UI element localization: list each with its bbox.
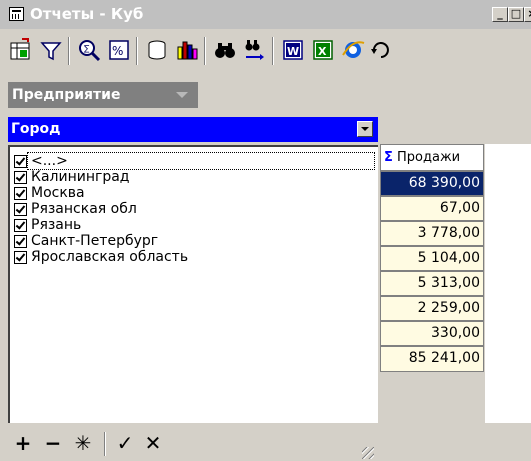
percent-icon[interactable]: % <box>106 37 132 63</box>
checkbox[interactable] <box>14 235 27 248</box>
table-cell[interactable]: 68 390,00 <box>380 171 484 196</box>
table-cell[interactable]: 5 104,00 <box>380 246 484 271</box>
svg-text:∑: ∑ <box>84 44 90 53</box>
window-icon[interactable] <box>9 7 24 21</box>
measure-header[interactable]: Σ Продажи <box>380 144 484 171</box>
word-export-icon[interactable]: W <box>280 37 306 63</box>
toolbar-separator <box>104 432 106 456</box>
binoculars-icon[interactable] <box>212 37 238 63</box>
zoom-icon[interactable]: ∑ <box>76 37 102 63</box>
list-toolbar: + − ✳ ✓ ✕ <box>8 423 378 461</box>
chevron-down-icon[interactable] <box>176 92 188 98</box>
maximize-button[interactable]: □ <box>508 7 524 22</box>
minimize-button[interactable]: _ <box>492 7 508 22</box>
dimension-tab-enterprise[interactable]: Предприятие <box>8 82 198 108</box>
list-item-label: Санкт-Петербург <box>31 233 159 249</box>
remove-button[interactable]: − <box>42 432 64 454</box>
dimension-tab-label: Предприятие <box>12 87 121 103</box>
close-button[interactable]: × <box>524 7 531 22</box>
table-cell[interactable]: 2 259,00 <box>380 296 484 321</box>
resize-grip[interactable] <box>362 447 374 459</box>
title-bar: Отчеты - Куб _ □ × <box>0 0 531 29</box>
cube-layout-icon[interactable] <box>8 37 34 63</box>
refresh-icon[interactable] <box>368 37 394 63</box>
internet-explorer-icon[interactable] <box>340 37 366 63</box>
add-button[interactable]: + <box>12 432 34 454</box>
table-cell[interactable]: 3 778,00 <box>380 221 484 246</box>
list-item-label: Калининград <box>31 169 130 185</box>
checkbox[interactable] <box>14 155 27 168</box>
list-item-label: Рязанская обл <box>31 201 137 217</box>
table-cell[interactable]: 5 313,00 <box>380 271 484 296</box>
checkbox[interactable] <box>14 219 27 232</box>
checkbox[interactable] <box>14 171 27 184</box>
checkbox[interactable] <box>14 251 27 264</box>
grid-empty-area <box>485 144 531 423</box>
dimension-members-list[interactable]: <...> Калининград Москва Рязанская обл Р… <box>8 145 378 423</box>
main-toolbar: ∑ % W X <box>0 29 531 77</box>
select-all-button[interactable]: ✳ <box>72 432 94 454</box>
apply-button[interactable]: ✓ <box>114 432 136 454</box>
list-item-label: <...> <box>31 153 68 169</box>
bar-chart-icon[interactable] <box>174 37 200 63</box>
table-cell-total[interactable]: 85 241,00 <box>380 346 484 372</box>
database-icon[interactable] <box>144 37 170 63</box>
window-title: Отчеты - Куб <box>30 5 144 23</box>
checkbox[interactable] <box>14 187 27 200</box>
dimension-dropdown-button[interactable] <box>357 121 373 137</box>
find-next-icon[interactable] <box>242 37 268 63</box>
toolbar-separator <box>136 37 138 65</box>
svg-text:%: % <box>112 44 123 58</box>
grid-bottom-area <box>380 423 531 461</box>
measure-header-label: Продажи <box>397 150 461 165</box>
toolbar-separator <box>272 37 274 65</box>
list-item-label: Москва <box>31 185 85 201</box>
cancel-button[interactable]: ✕ <box>142 432 164 454</box>
focus-rect <box>27 152 375 170</box>
checkbox[interactable] <box>14 203 27 216</box>
list-item-label: Ярославская область <box>31 249 189 265</box>
list-item-label: Рязань <box>31 217 82 233</box>
svg-text:W: W <box>287 45 299 58</box>
sigma-icon: Σ <box>384 150 393 165</box>
filter-icon[interactable] <box>38 37 64 63</box>
table-cell[interactable]: 330,00 <box>380 321 484 346</box>
row-dimension-header[interactable]: Город <box>8 117 378 142</box>
excel-export-icon[interactable]: X <box>310 37 336 63</box>
toolbar-separator <box>204 37 206 65</box>
toolbar-separator <box>68 37 70 65</box>
svg-text:X: X <box>318 45 327 58</box>
table-cell[interactable]: 67,00 <box>380 196 484 221</box>
row-dimension-title: Город <box>11 121 61 137</box>
